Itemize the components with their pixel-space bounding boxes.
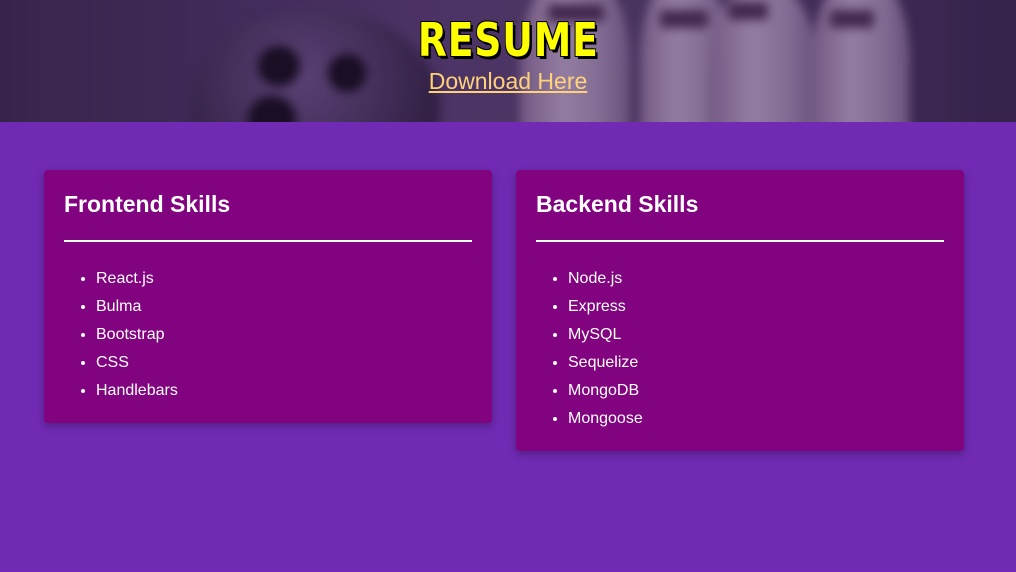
list-item: Mongoose (568, 405, 643, 433)
frontend-skills-card: Frontend Skills React.js Bulma Bootstrap… (44, 170, 492, 423)
list-item: Express (568, 293, 643, 321)
list-item: MongoDB (568, 377, 643, 405)
card-divider (536, 240, 944, 242)
list-item: React.js (96, 265, 178, 293)
list-item: Handlebars (96, 377, 178, 405)
list-item: Bootstrap (96, 321, 178, 349)
card-divider (64, 240, 472, 242)
page-title: RESUME (417, 13, 599, 67)
header-banner: RESUME Download Here (0, 0, 1016, 122)
backend-skills-card: Backend Skills Node.js Express MySQL Seq… (516, 170, 964, 451)
list-item: MySQL (568, 321, 643, 349)
download-resume-link[interactable]: Download Here (429, 68, 588, 95)
backend-skills-list: Node.js Express MySQL Sequelize MongoDB … (568, 265, 643, 433)
list-item: Sequelize (568, 349, 643, 377)
list-item: CSS (96, 349, 178, 377)
list-item: Node.js (568, 265, 643, 293)
header-content: RESUME Download Here (0, 0, 1016, 95)
card-title: Frontend Skills (64, 191, 231, 217)
list-item: Bulma (96, 293, 178, 321)
frontend-skills-list: React.js Bulma Bootstrap CSS Handlebars (96, 265, 178, 405)
card-title: Backend Skills (536, 191, 699, 217)
